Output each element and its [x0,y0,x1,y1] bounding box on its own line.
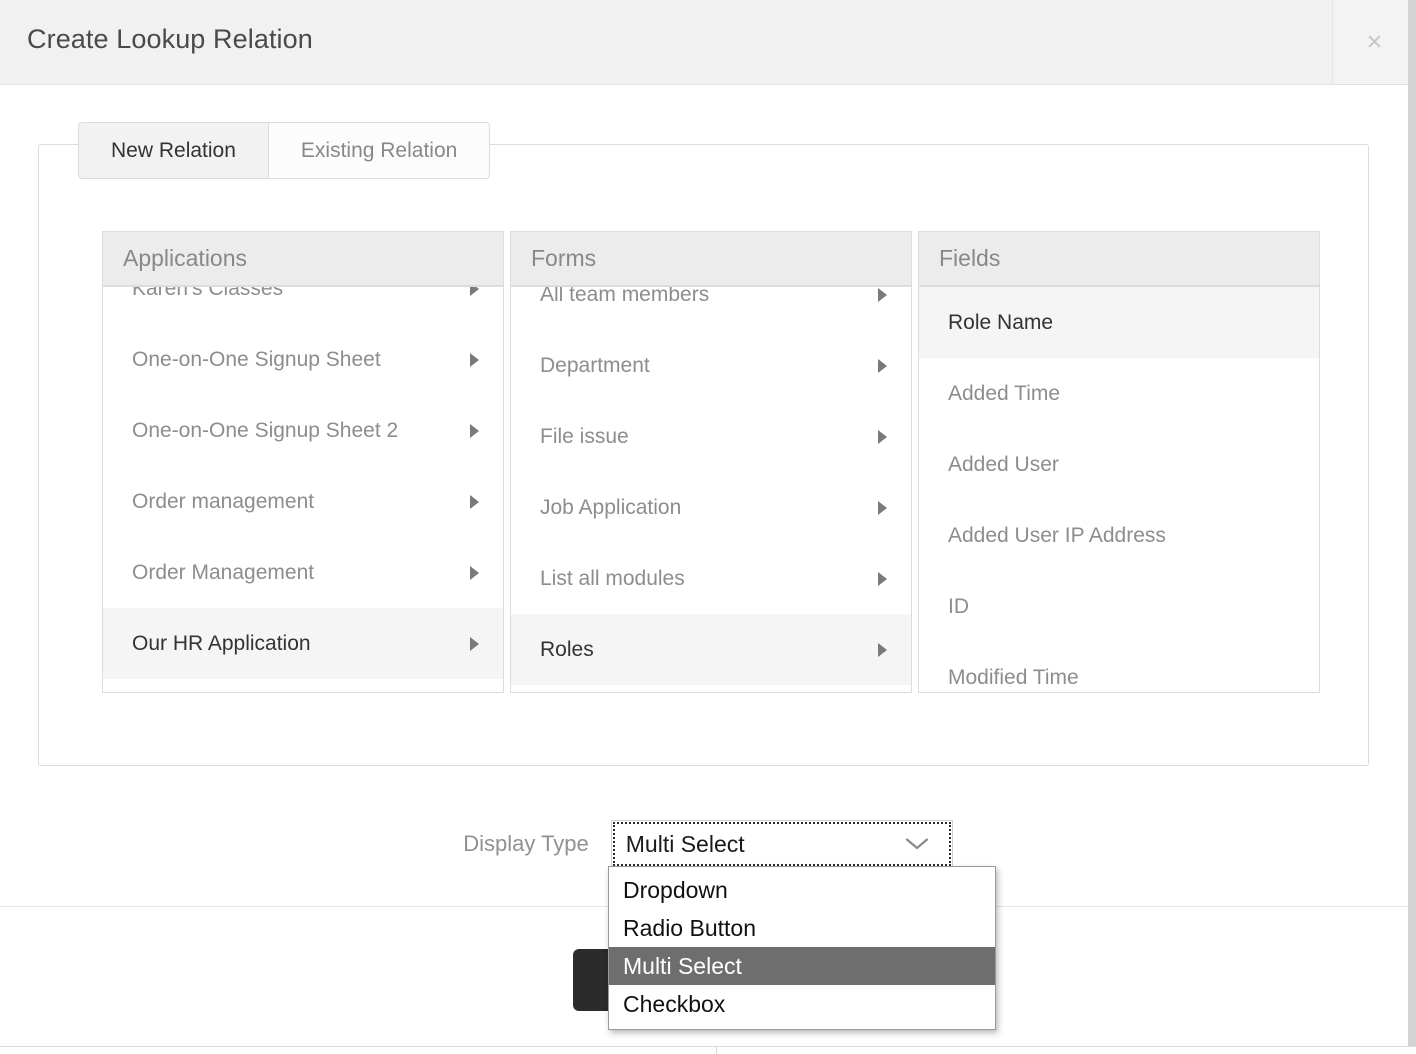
picker-column-forms: All team members Department File issue Job … [510,231,912,693]
list-item-label: Added User [948,453,1295,477]
close-button[interactable]: × [1332,0,1416,84]
list-item[interactable]: Our HR Application [103,608,503,679]
caret-right-icon [878,359,887,373]
close-icon: × [1333,29,1416,56]
page-scrollbar[interactable] [1408,0,1416,1046]
picker-column-header-applications: Applications [103,232,503,286]
lookup-picker: Karen's ClassesOne-on-One Signup SheetOn… [102,231,1320,693]
display-type-row: Display Type Multi Select [0,820,1416,868]
list-item-label: Our HR Application [132,632,460,656]
caret-right-icon [470,424,479,438]
caret-right-icon [878,501,887,515]
list-item[interactable]: Modified Time [919,642,1319,692]
caret-right-icon [470,637,479,651]
relation-tabs: New Relation Existing Relation [78,122,490,179]
page-bottom-divider [716,1046,717,1054]
picker-list-forms[interactable]: All team members Department File issue Job … [511,259,911,692]
list-item-label: Added Time [948,382,1295,406]
tab-existing-relation[interactable]: Existing Relation [269,122,490,179]
list-item[interactable]: Added User [919,429,1319,500]
page-title: Create Lookup Relation [27,24,313,55]
tab-label: New Relation [111,139,236,163]
list-item-label: Modified Time [948,666,1295,690]
caret-right-icon [878,430,887,444]
list-item[interactable]: List all modules [511,543,911,614]
list-item-label: Added User IP Address [948,524,1295,548]
relation-panel: Karen's ClassesOne-on-One Signup SheetOn… [38,144,1369,766]
column-header-label: Fields [939,245,1000,272]
chevron-down-icon [904,831,930,858]
list-item[interactable]: Job Application [511,472,911,543]
caret-right-icon [470,495,479,509]
list-item[interactable]: ID [919,571,1319,642]
list-item[interactable]: Order Management [103,537,503,608]
page-bottom-border [0,1046,1416,1047]
list-item-label: Roles [540,638,868,662]
picker-list-applications[interactable]: Karen's ClassesOne-on-One Signup SheetOn… [103,253,503,692]
list-item[interactable]: Department [511,330,911,401]
list-item[interactable]: Roles [511,614,911,685]
list-item[interactable]: Added User IP Address [919,500,1319,571]
list-item-label: Job Application [540,496,868,520]
option-item[interactable]: Checkbox [609,985,995,1023]
list-item-label: File issue [540,425,868,449]
column-header-label: Forms [531,245,596,272]
picker-column-header-forms: Forms [511,232,911,286]
caret-right-icon [470,566,479,580]
list-item[interactable]: Role Name [919,287,1319,358]
option-item[interactable]: Multi Select [609,947,995,985]
caret-right-icon [878,572,887,586]
list-item-label: Department [540,354,868,378]
list-item-label: Order Management [132,561,460,585]
picker-column-header-fields: Fields [919,232,1319,286]
caret-right-icon [878,288,887,302]
list-item[interactable]: Order management [103,466,503,537]
list-item-label: One-on-One Signup Sheet [132,348,460,372]
display-type-option-list[interactable]: DropdownRadio ButtonMulti SelectCheckbox [608,866,996,1030]
tab-new-relation[interactable]: New Relation [78,122,269,179]
tab-label: Existing Relation [301,139,457,163]
option-item[interactable]: Radio Button [609,909,995,947]
list-item-label: ID [948,595,1295,619]
list-item[interactable]: One-on-One Signup Sheet [103,324,503,395]
list-item-label: List all modules [540,567,868,591]
list-item[interactable]: One-on-One Signup Sheet 2 [103,395,503,466]
modal-header: Create Lookup Relation × [0,0,1416,85]
caret-right-icon [470,353,479,367]
picker-column-fields: Role Name Added Time Added User Added User … [918,231,1320,693]
picker-list-fields[interactable]: Role Name Added Time Added User Added User … [919,287,1319,692]
option-item[interactable]: Dropdown [609,871,995,909]
caret-right-icon [878,643,887,657]
display-type-select[interactable]: Multi Select [611,820,953,868]
list-item-label: One-on-One Signup Sheet 2 [132,419,460,443]
picker-column-applications: Karen's ClassesOne-on-One Signup SheetOn… [102,231,504,693]
column-header-label: Applications [123,245,247,272]
display-type-label: Display Type [463,831,589,857]
display-type-value: Multi Select [626,831,745,858]
list-item[interactable]: Added Time [919,358,1319,429]
list-item[interactable]: File issue [511,401,911,472]
list-item-label: Order management [132,490,460,514]
list-item-label: Role Name [948,311,1295,335]
list-item-label: All team members [540,283,868,307]
